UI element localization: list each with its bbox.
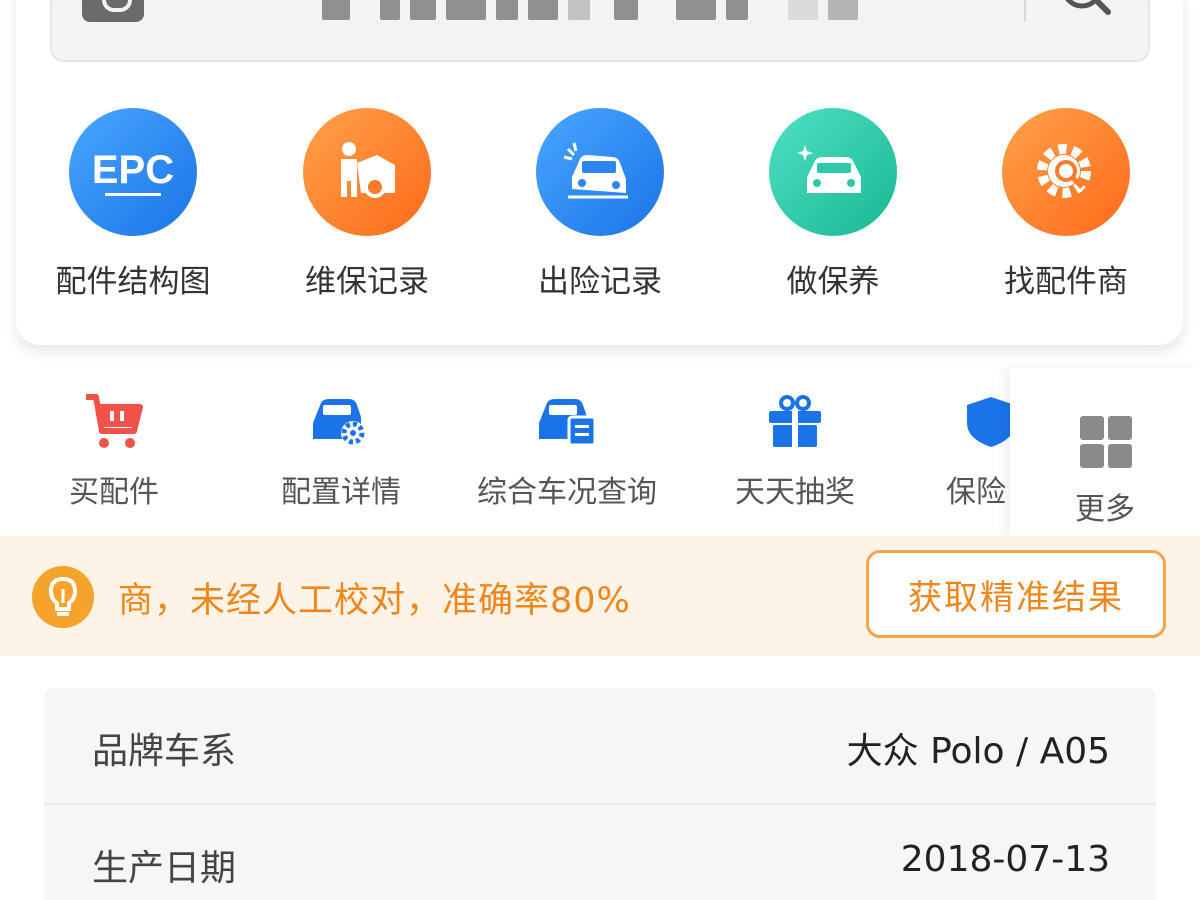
- sub-tool-label: 综合车况查询: [477, 475, 657, 510]
- tool-label: 找配件商: [1004, 264, 1128, 300]
- sub-tool-buy-parts[interactable]: 买配件: [64, 393, 164, 511]
- epc-icon: EPC: [69, 108, 197, 236]
- mechanic-repair-icon: [303, 108, 431, 236]
- tool-label: 做保养: [786, 264, 880, 300]
- lightbulb-icon: [32, 566, 94, 628]
- sub-tool-label: 保险日: [946, 475, 1010, 510]
- sub-tool-lottery[interactable]: 天天抽奖: [730, 393, 860, 511]
- gear-search-icon: [1002, 108, 1130, 236]
- tool-epc[interactable]: EPC 配件结构图: [33, 108, 233, 301]
- vin-search-bar[interactable]: [50, 0, 1150, 62]
- info-value: 大众 Polo / A05: [846, 731, 1110, 772]
- app-page: EPC 配件结构图 维保记录 出险记录 做保养 找配件商 买配件 配置详情 综合…: [0, 0, 1200, 900]
- tool-maintenance[interactable]: 做保养: [733, 108, 933, 301]
- get-accurate-result-button[interactable]: 获取精准结果: [866, 550, 1166, 638]
- vehicle-info-card: 品牌车系 大众 Polo / A05 生产日期 2018-07-13: [44, 688, 1156, 900]
- more-label: 更多: [1075, 492, 1135, 527]
- accuracy-notice-bar: 商，未经人工校对，准确率80% 获取精准结果: [0, 536, 1200, 656]
- sub-tool-insurance[interactable]: 保险日: [926, 393, 1010, 511]
- info-row-production-date: 生产日期 2018-07-13: [44, 803, 1156, 900]
- epc-icon-text: EPC: [92, 148, 174, 192]
- sub-tool-label: 买配件: [69, 475, 159, 510]
- info-label: 生产日期: [92, 848, 237, 889]
- main-tools-grid: EPC 配件结构图 维保记录 出险记录 做保养 找配件商: [0, 108, 1200, 308]
- insurance-shield-icon: [967, 397, 1010, 447]
- sub-tool-car-report[interactable]: 综合车况查询: [472, 393, 662, 511]
- car-wash-icon: [769, 108, 897, 236]
- car-config-icon: [313, 399, 365, 445]
- search-icon[interactable]: [1056, 0, 1116, 22]
- more-button[interactable]: 更多: [1010, 368, 1200, 536]
- car-report-icon: [539, 399, 597, 447]
- tool-find-supplier[interactable]: 找配件商: [966, 108, 1166, 301]
- grid-icon: [1080, 416, 1134, 470]
- tool-maintenance-record[interactable]: 维保记录: [267, 108, 467, 301]
- tool-label: 配件结构图: [55, 264, 211, 300]
- info-row-brand: 品牌车系 大众 Polo / A05: [44, 688, 1156, 803]
- tool-accident-record[interactable]: 出险记录: [500, 108, 700, 301]
- sub-tool-label: 天天抽奖: [735, 475, 855, 510]
- sub-tool-label: 配置详情: [281, 475, 401, 510]
- sub-tool-config[interactable]: 配置详情: [276, 393, 406, 511]
- sub-tools-row: 买配件 配置详情 综合车况查询 天天抽奖 保险: [0, 393, 1010, 513]
- shopping-cart-icon: [86, 394, 143, 448]
- info-label: 品牌车系: [92, 731, 237, 772]
- car-accident-icon: [536, 108, 664, 236]
- tool-label: 维保记录: [305, 264, 429, 300]
- search-divider: [1024, 0, 1026, 22]
- vin-text-obscured: [322, 0, 922, 22]
- notice-text: 商，未经人工校对，准确率80%: [118, 581, 631, 621]
- camera-scan-icon[interactable]: [82, 0, 144, 22]
- tool-label: 出险记录: [538, 264, 662, 300]
- gift-icon: [769, 395, 821, 447]
- info-value: 2018-07-13: [900, 839, 1110, 880]
